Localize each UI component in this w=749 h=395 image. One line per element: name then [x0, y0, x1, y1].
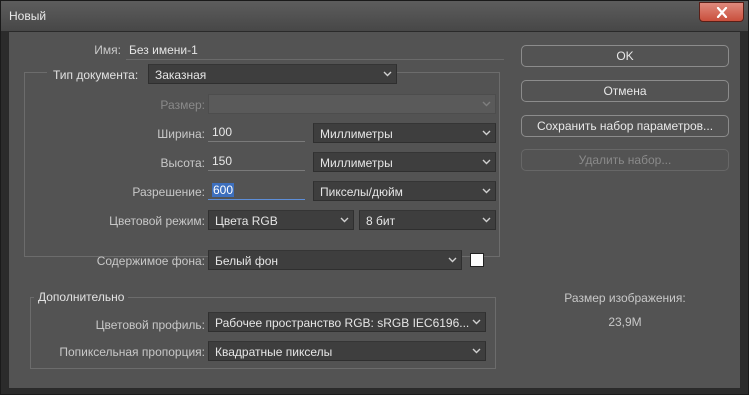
- resolution-unit-select[interactable]: Пикселы/дюйм: [313, 181, 496, 201]
- pixel-aspect-label: Попиксельная пропорция:: [59, 345, 205, 359]
- chevron-down-icon: [482, 130, 491, 136]
- chevron-down-icon: [482, 188, 491, 194]
- color-profile-select[interactable]: Рабочее пространство RGB: sRGB IEC6196..…: [208, 312, 486, 332]
- image-size-label: Размер изображения:: [564, 291, 686, 305]
- chevron-down-icon: [448, 257, 457, 263]
- bit-depth-value: 8 бит: [366, 214, 396, 228]
- resolution-input[interactable]: 600: [208, 181, 305, 200]
- width-unit-select[interactable]: Миллиметры: [313, 123, 496, 143]
- name-input[interactable]: Без имени-1: [129, 43, 198, 57]
- chevron-down-icon: [472, 348, 481, 354]
- color-mode-label: Цветовой режим:: [109, 214, 205, 228]
- background-select[interactable]: Белый фон: [208, 250, 462, 270]
- name-label: Имя:: [94, 43, 121, 57]
- width-label: Ширина:: [157, 127, 205, 141]
- close-icon: [716, 7, 728, 18]
- document-type-select[interactable]: Заказная: [148, 64, 397, 84]
- name-underline: [126, 59, 504, 60]
- color-mode-select[interactable]: Цвета RGB: [208, 210, 354, 230]
- height-input[interactable]: 150: [208, 152, 305, 171]
- background-value: Белый фон: [215, 254, 278, 268]
- color-profile-label: Цветовой профиль:: [95, 318, 205, 332]
- image-size-value: 23,9M: [608, 315, 642, 329]
- background-label: Содержимое фона:: [96, 254, 205, 268]
- chevron-down-icon: [340, 217, 349, 223]
- bit-depth-select[interactable]: 8 бит: [359, 210, 496, 230]
- color-profile-value: Рабочее пространство RGB: sRGB IEC6196..…: [215, 316, 470, 330]
- ok-button[interactable]: OK: [521, 45, 729, 67]
- size-select: [208, 94, 496, 114]
- cancel-button[interactable]: Отмена: [521, 80, 729, 102]
- document-type-value: Заказная: [155, 68, 207, 82]
- save-preset-button[interactable]: Сохранить набор параметров...: [521, 115, 729, 137]
- height-unit-value: Миллиметры: [320, 156, 393, 170]
- document-type-label: Тип документа:: [47, 68, 153, 82]
- width-unit-value: Миллиметры: [320, 127, 393, 141]
- resolution-value: 600: [212, 183, 235, 197]
- chevron-down-icon: [482, 101, 491, 107]
- pixel-aspect-value: Квадратные пикселы: [215, 345, 333, 359]
- title-bar[interactable]: Новый: [1, 1, 748, 31]
- color-mode-value: Цвета RGB: [215, 214, 278, 228]
- chevron-down-icon: [472, 319, 481, 325]
- new-document-dialog: Новый Имя: Без имени-1 Тип документа: За…: [0, 0, 749, 395]
- height-unit-select[interactable]: Миллиметры: [313, 152, 496, 172]
- delete-preset-button: Удалить набор...: [521, 149, 729, 171]
- pixel-aspect-select[interactable]: Квадратные пикселы: [208, 341, 486, 361]
- dialog-body: Имя: Без имени-1 Тип документа: Заказная…: [8, 31, 741, 389]
- chevron-down-icon: [383, 71, 392, 77]
- dialog-title: Новый: [9, 9, 47, 23]
- resolution-label: Разрешение:: [132, 185, 205, 199]
- close-button[interactable]: [699, 2, 744, 22]
- chevron-down-icon: [482, 159, 491, 165]
- height-label: Высота:: [160, 156, 205, 170]
- width-input[interactable]: 100: [208, 123, 305, 142]
- resolution-unit-value: Пикселы/дюйм: [320, 185, 403, 199]
- advanced-legend: Дополнительно: [34, 290, 129, 304]
- size-label: Размер:: [160, 98, 205, 112]
- background-color-swatch[interactable]: [470, 253, 484, 267]
- chevron-down-icon: [482, 217, 491, 223]
